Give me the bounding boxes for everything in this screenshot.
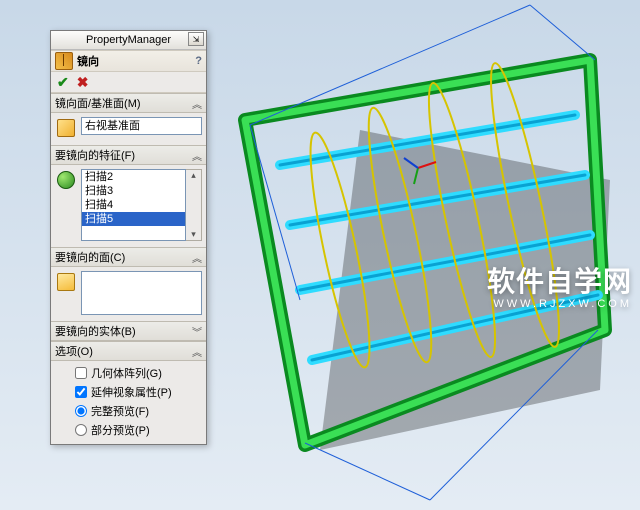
pin-icon[interactable]: ⇲ (188, 32, 204, 46)
option-full-preview[interactable]: 完整预览(F) (75, 403, 198, 419)
section-bodies-header[interactable]: 要镜向的实体(B) ︾ (51, 321, 206, 341)
full-preview-radio[interactable] (75, 405, 87, 417)
propagate-label: 延伸视象属性(P) (91, 384, 172, 400)
feature-header: 镜向 ? (51, 50, 206, 72)
faces-listbox[interactable] (81, 271, 202, 315)
chevron-up-icon: ︽ (192, 148, 202, 163)
propagate-checkbox[interactable] (75, 386, 87, 398)
section-features-title: 要镜向的特征(F) (55, 147, 135, 163)
section-bodies-title: 要镜向的实体(B) (55, 323, 136, 339)
mirror-plane-field[interactable]: 右视基准面 (81, 117, 202, 135)
geometry-pattern-checkbox[interactable] (75, 367, 87, 379)
geometry-pattern-label: 几何体阵列(G) (91, 365, 162, 381)
confirm-row: ✔ ✖ (51, 72, 206, 93)
section-faces-title: 要镜向的面(C) (55, 249, 125, 265)
chevron-up-icon: ︽ (192, 96, 202, 111)
cancel-button[interactable]: ✖ (77, 74, 89, 91)
option-propagate[interactable]: 延伸视象属性(P) (75, 384, 198, 400)
listbox-scrollbar[interactable]: ▴▾ (186, 169, 202, 241)
ok-button[interactable]: ✔ (57, 74, 69, 91)
list-item[interactable]: 扫描2 (82, 170, 185, 184)
mirror-icon (55, 52, 73, 70)
list-item-empty[interactable] (82, 226, 185, 240)
feature-name: 镜向 (77, 53, 99, 69)
section-mirror-plane-header[interactable]: 镜向面/基准面(M) ︽ (51, 93, 206, 113)
list-item[interactable]: 扫描5 (82, 212, 185, 226)
section-options-body: 几何体阵列(G) 延伸视象属性(P) 完整预览(F) 部分预览(P) (51, 361, 206, 444)
chevron-up-icon: ︽ (192, 250, 202, 265)
list-item[interactable]: 扫描4 (82, 198, 185, 212)
section-mirror-plane-body: 右视基准面 (51, 113, 206, 145)
section-options-header[interactable]: 选项(O) ︽ (51, 341, 206, 361)
plane-icon (57, 119, 75, 137)
chevron-up-icon: ︽ (192, 344, 202, 359)
face-icon (57, 273, 75, 291)
section-features-header[interactable]: 要镜向的特征(F) ︽ (51, 145, 206, 165)
feature-icon (57, 171, 75, 189)
section-faces-header[interactable]: 要镜向的面(C) ︽ (51, 247, 206, 267)
partial-preview-radio[interactable] (75, 424, 87, 436)
full-preview-label: 完整预览(F) (91, 403, 149, 419)
list-item[interactable]: 扫描3 (82, 184, 185, 198)
option-geometry-pattern[interactable]: 几何体阵列(G) (75, 365, 198, 381)
property-manager-panel: PropertyManager ⇲ 镜向 ? ✔ ✖ 镜向面/基准面(M) ︽ … (50, 30, 207, 445)
option-partial-preview[interactable]: 部分预览(P) (75, 422, 198, 438)
section-faces-body (51, 267, 206, 321)
section-options-title: 选项(O) (55, 343, 93, 359)
help-button[interactable]: ? (195, 55, 202, 67)
features-listbox[interactable]: 扫描2 扫描3 扫描4 扫描5 (81, 169, 186, 241)
section-mirror-plane-title: 镜向面/基准面(M) (55, 95, 141, 111)
pm-titlebar: PropertyManager ⇲ (51, 31, 206, 50)
partial-preview-label: 部分预览(P) (91, 422, 150, 438)
section-features-body: 扫描2 扫描3 扫描4 扫描5 ▴▾ (51, 165, 206, 247)
pm-title-text: PropertyManager (86, 34, 171, 46)
chevron-down-icon: ︾ (192, 324, 202, 339)
